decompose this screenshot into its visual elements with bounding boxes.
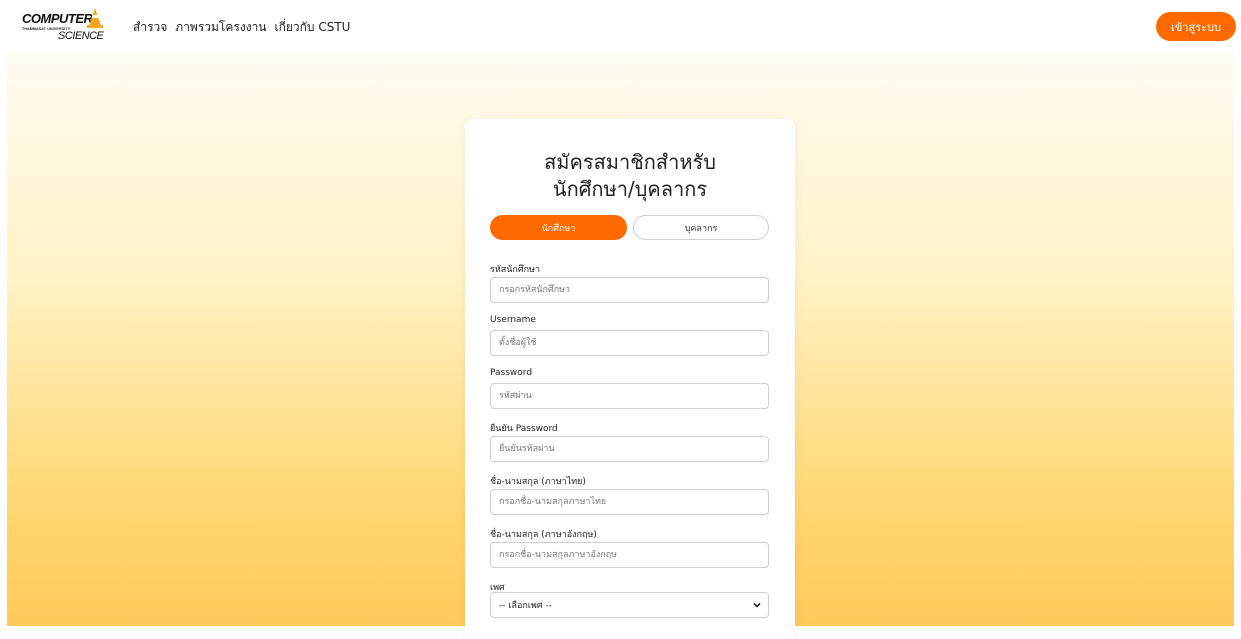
username-label: Username xyxy=(490,315,536,325)
name-thai-label: ชื่อ-นามสกุล (ภาษาไทย) xyxy=(490,477,586,487)
password-label: Password xyxy=(490,368,533,378)
page-title: สมัครสมาชิกสำหรับ นักศึกษา/บุคลากร xyxy=(465,149,795,203)
gender-select[interactable]: -- เลือกเพศ -- xyxy=(490,592,769,618)
name-english-label: ชื่อ-นามสกุล (ภาษาอังกฤษ) xyxy=(490,530,597,540)
signup-card: สมัครสมาชิกสำหรับ นักศึกษา/บุคลากร นักศึ… xyxy=(465,119,795,639)
chevron-down-icon xyxy=(753,602,761,608)
name-thai-input[interactable] xyxy=(490,489,769,515)
student-id-input[interactable] xyxy=(490,277,769,303)
nav-link-about-cstu[interactable]: เกี่ยวกับ CSTU xyxy=(275,18,351,37)
confirm-password-input[interactable] xyxy=(490,436,769,462)
title-line-2: นักศึกษา/บุคลากร xyxy=(552,177,708,201)
name-english-input[interactable] xyxy=(490,542,769,568)
username-input[interactable] xyxy=(490,330,769,356)
gender-selected-value: -- เลือกเพศ -- xyxy=(499,601,552,611)
top-navbar: COMPUTER THAMMASAT UNIVERSITY SCIENCE สำ… xyxy=(0,0,1241,52)
logo-top-text: COMPUTER xyxy=(22,11,93,26)
logo-bottom-text: SCIENCE xyxy=(58,30,104,42)
computer-science-logo[interactable]: COMPUTER THAMMASAT UNIVERSITY SCIENCE xyxy=(22,8,104,42)
traffic-cone-icon xyxy=(87,8,103,28)
nav-link-explore[interactable]: สำรวจ xyxy=(133,18,167,37)
title-line-1: สมัครสมาชิกสำหรับ xyxy=(544,150,716,174)
nav-links: สำรวจ ภาพรวมโครงงาน เกี่ยวกับ CSTU xyxy=(133,18,350,37)
tab-student[interactable]: นักศึกษา xyxy=(490,215,627,240)
student-id-label: รหัสนักศึกษา xyxy=(490,265,541,275)
password-input[interactable] xyxy=(490,383,769,409)
nav-link-project-overview[interactable]: ภาพรวมโครงงาน xyxy=(175,18,266,37)
tab-staff[interactable]: บุคลากร xyxy=(633,215,769,240)
confirm-password-label: ยืนยัน Password xyxy=(490,424,558,434)
login-button[interactable]: เข้าสู่ระบบ xyxy=(1156,12,1236,41)
